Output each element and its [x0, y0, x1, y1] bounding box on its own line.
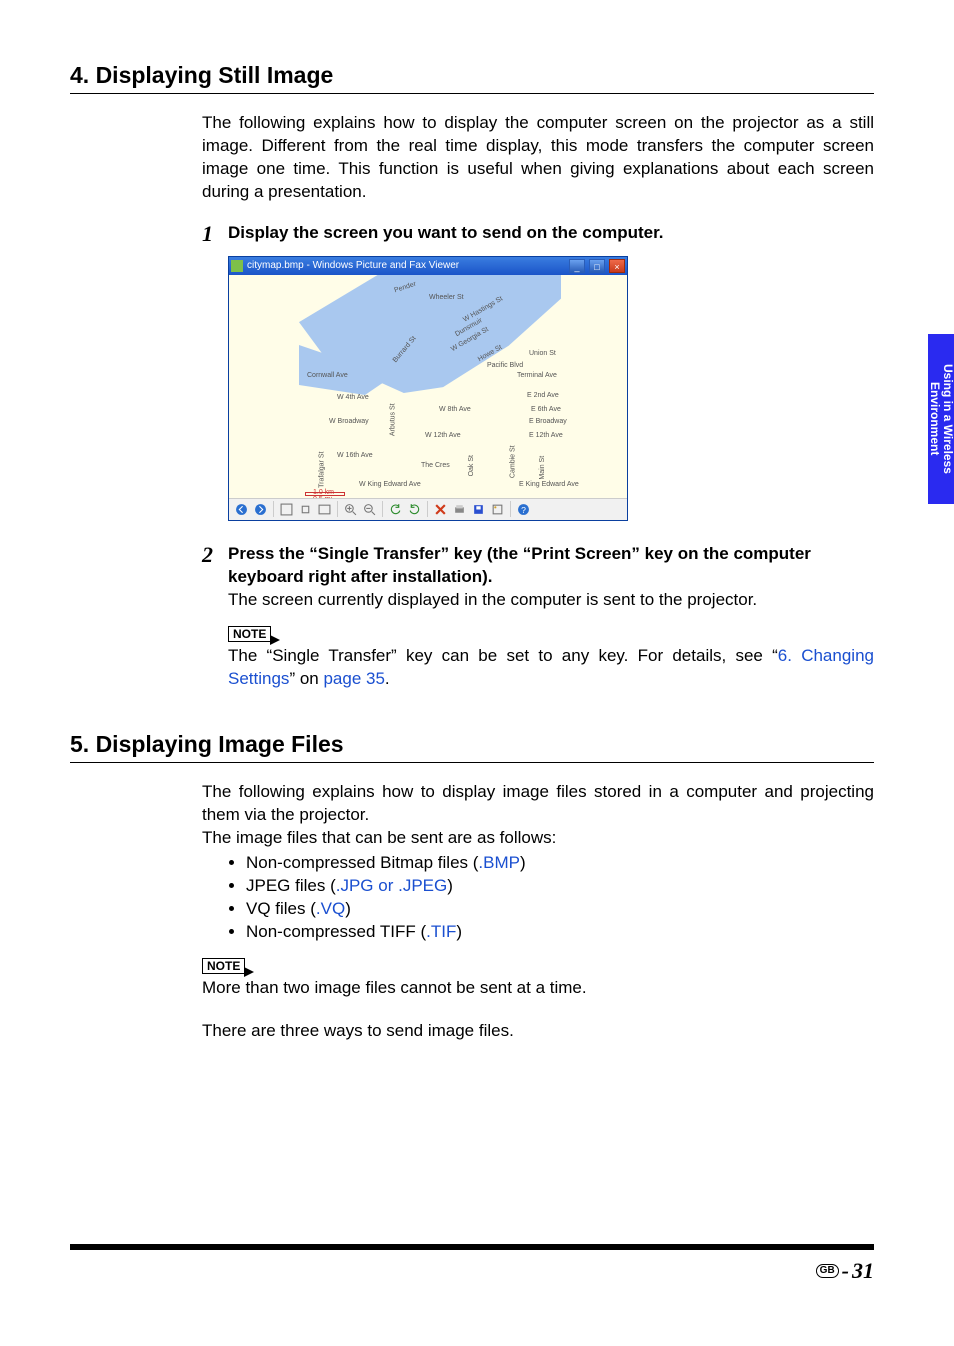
print-icon[interactable]	[453, 503, 466, 516]
list-item: VQ files (.VQ)	[246, 898, 874, 921]
section5-line2: The image files that can be sent are as …	[202, 827, 874, 850]
map-label: Main St	[538, 456, 547, 480]
save-icon[interactable]	[472, 503, 485, 516]
zoomout-icon[interactable]	[363, 503, 376, 516]
section4-intro: The following explains how to display th…	[202, 112, 874, 204]
map-label: W 16th Ave	[337, 451, 373, 460]
note-label: NOTE	[228, 626, 271, 642]
step2-body: The screen currently displayed in the co…	[228, 589, 874, 612]
map-label: Arbutus St	[389, 403, 398, 436]
map-label: Wheeler St	[429, 293, 464, 302]
viewer-toolbar: ?	[229, 498, 627, 520]
footer-divider	[70, 1244, 874, 1250]
link-bmp[interactable]: .BMP	[478, 853, 520, 872]
link-tif[interactable]: .TIF	[426, 922, 456, 941]
zoomin-icon[interactable]	[344, 503, 357, 516]
help-icon[interactable]: ?	[517, 503, 530, 516]
rotate-ccw-icon[interactable]	[389, 503, 402, 516]
page-num-value: 31	[852, 1256, 874, 1286]
map-label: Cornwall Ave	[307, 371, 348, 380]
map-label: E Broadway	[529, 417, 567, 426]
list-item: JPEG files (.JPG or .JPEG)	[246, 875, 874, 898]
note-arrow-icon	[244, 967, 254, 977]
minimize-button[interactable]: _	[569, 259, 585, 273]
map-label: W Broadway	[329, 417, 369, 426]
section5-intro: The following explains how to display im…	[202, 781, 874, 827]
map-label: Union St	[529, 349, 556, 358]
slideshow-icon[interactable]	[318, 503, 331, 516]
map-label: E 2nd Ave	[527, 391, 559, 400]
step2-note: The “Single Transfer” key can be set to …	[228, 645, 874, 691]
svg-text:?: ?	[521, 505, 526, 515]
map-canvas: Pender Wheeler St W Hastings St Dunsmuir…	[229, 275, 627, 498]
note-text: The “Single Transfer” key can be set to …	[228, 646, 778, 665]
window-titlebar: citymap.bmp - Windows Picture and Fax Vi…	[229, 257, 627, 275]
map-label: E 12th Ave	[529, 431, 563, 440]
map-label: Oak St	[467, 455, 476, 476]
map-label: W 4th Ave	[337, 393, 369, 402]
edit-icon[interactable]	[491, 503, 504, 516]
map-label: Cambie St	[509, 445, 518, 478]
list-item: Non-compressed Bitmap files (.BMP)	[246, 852, 874, 875]
delete-icon[interactable]	[434, 503, 447, 516]
section4-heading: 4. Displaying Still Image	[70, 60, 874, 94]
link-vq[interactable]: .VQ	[316, 899, 345, 918]
link-jpg[interactable]: .JPG or .JPEG	[336, 876, 447, 895]
page-dash: -	[842, 1256, 849, 1286]
section-side-tab: Using in a Wireless Environment	[928, 334, 954, 504]
next-icon[interactable]	[254, 503, 267, 516]
app-icon	[231, 260, 243, 272]
step1-title: Display the screen you want to send on t…	[228, 222, 874, 245]
step2-number: 2	[202, 543, 228, 691]
section5-note-text: More than two image files cannot be sent…	[202, 977, 874, 1000]
note-text: .	[385, 669, 390, 688]
window-title: citymap.bmp - Windows Picture and Fax Vi…	[247, 259, 565, 273]
prev-icon[interactable]	[235, 503, 248, 516]
list-item: Non-compressed TIFF (.TIF)	[246, 921, 874, 944]
section5-heading: 5. Displaying Image Files	[70, 729, 874, 763]
map-label: The Cres	[421, 461, 450, 470]
map-label: E King Edward Ave	[519, 480, 579, 489]
note-arrow-icon	[270, 635, 280, 645]
note-text: ” on	[289, 669, 323, 688]
maximize-button[interactable]: □	[589, 259, 605, 273]
screenshot-figure: citymap.bmp - Windows Picture and Fax Vi…	[228, 256, 874, 521]
map-label: W 8th Ave	[439, 405, 471, 414]
actual-icon[interactable]	[299, 503, 312, 516]
step2-title: Press the “Single Transfer” key (the “Pr…	[228, 543, 874, 589]
map-label: Trafalgar St	[317, 452, 326, 488]
gb-badge: GB	[816, 1264, 839, 1278]
filetype-list: Non-compressed Bitmap files (.BMP) JPEG …	[246, 852, 874, 944]
map-label: Pacific Blvd	[487, 361, 523, 370]
viewer-window: citymap.bmp - Windows Picture and Fax Vi…	[228, 256, 628, 521]
map-label: Terminal Ave	[517, 371, 557, 380]
map-label: E 6th Ave	[531, 405, 561, 414]
map-label: W 12th Ave	[425, 431, 461, 440]
section5-final: There are three ways to send image files…	[202, 1020, 874, 1043]
fit-icon[interactable]	[280, 503, 293, 516]
step1-number: 1	[202, 222, 228, 246]
note-label: NOTE	[202, 958, 245, 974]
map-label: W King Edward Ave	[359, 480, 421, 489]
page-number: GB - 31	[816, 1256, 874, 1286]
close-button[interactable]: ×	[609, 259, 625, 273]
link-page-35[interactable]: page 35	[323, 669, 384, 688]
rotate-cw-icon[interactable]	[408, 503, 421, 516]
